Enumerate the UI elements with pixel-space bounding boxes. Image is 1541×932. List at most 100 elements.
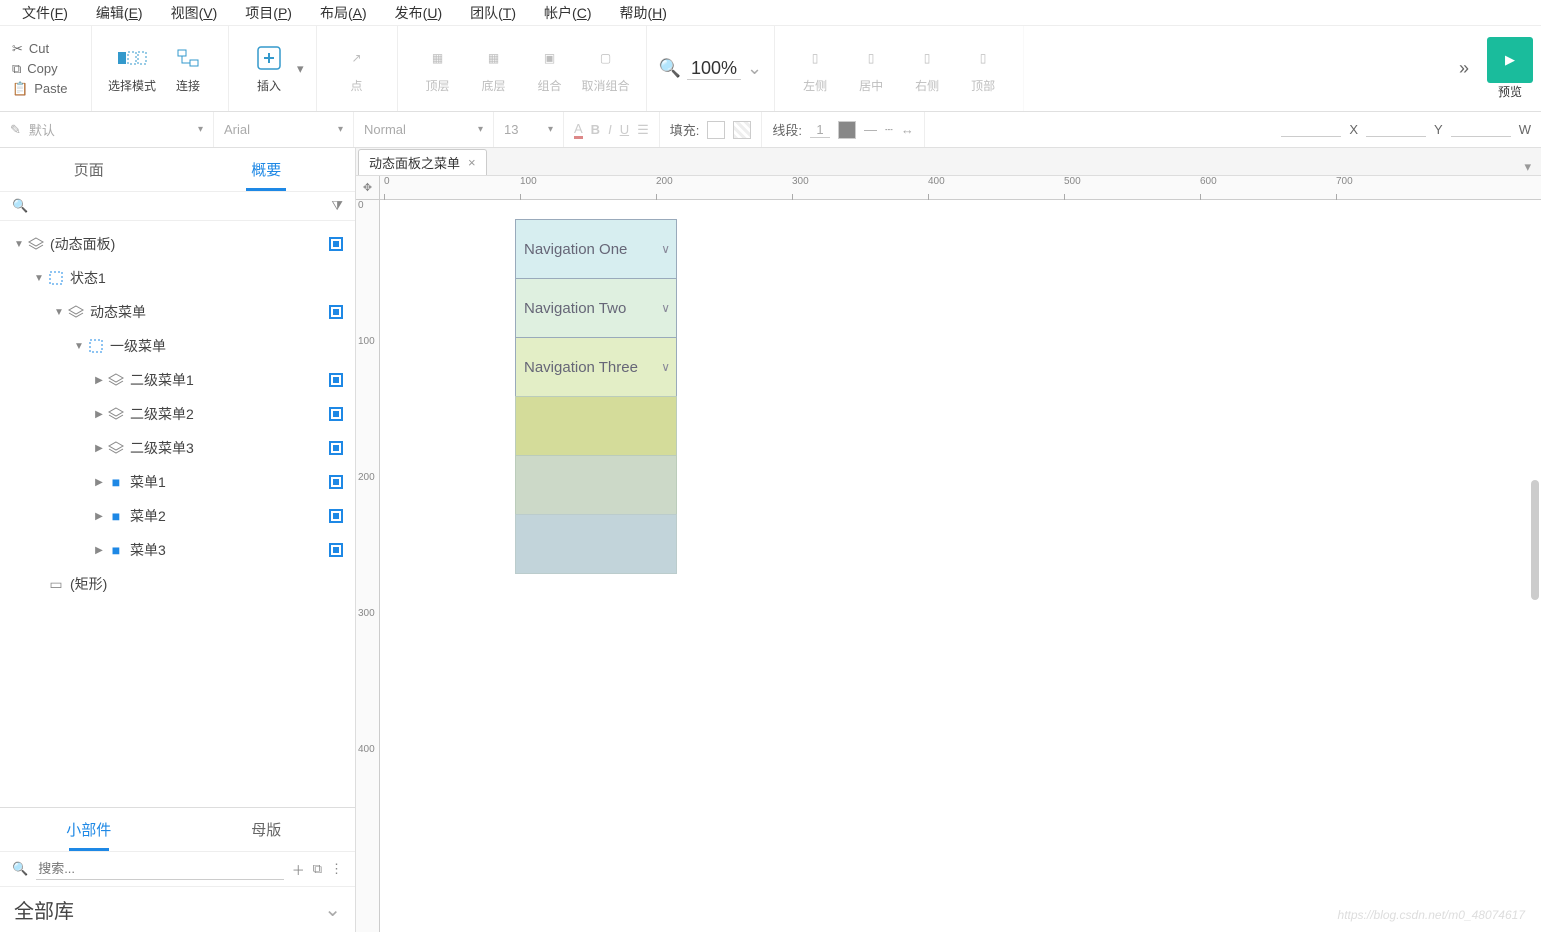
font-select[interactable]: Arial — [224, 122, 330, 137]
menu-e[interactable]: 编辑(E) — [82, 1, 157, 25]
paste-button[interactable]: 📋 Paste — [0, 79, 91, 99]
outline-item[interactable]: ▶二级菜单2 — [0, 397, 355, 431]
expand-caret-icon[interactable]: ▶ — [92, 545, 106, 556]
outline-item[interactable]: ▶二级菜单1 — [0, 363, 355, 397]
outline-item[interactable]: ▶二级菜单3 — [0, 431, 355, 465]
bold-button[interactable]: B — [591, 122, 600, 137]
outline-item[interactable]: ▭(矩形) — [0, 567, 355, 601]
tab-overflow-icon[interactable]: ▾ — [1514, 159, 1541, 175]
tab-masters[interactable]: 母版 — [178, 808, 356, 851]
chevron-down-icon[interactable]: ▾ — [548, 124, 553, 135]
search-icon[interactable]: 🔍 — [12, 861, 28, 877]
add-widget-button[interactable]: ＋ — [292, 860, 305, 879]
select-mode-label: 选择模式 — [108, 77, 156, 94]
outline-item[interactable]: ▼状态1 — [0, 261, 355, 295]
line-width-input[interactable]: 1 — [810, 122, 830, 138]
style-select[interactable]: 默认 — [29, 120, 190, 139]
expand-caret-icon[interactable]: ▶ — [92, 511, 106, 522]
document-tab[interactable]: 动态面板之菜单 × — [358, 149, 487, 175]
line-color-swatch[interactable] — [838, 121, 856, 139]
tab-outline[interactable]: 概要 — [178, 148, 356, 191]
widget-search-input[interactable] — [36, 858, 284, 880]
connect-button[interactable]: 连接 — [160, 29, 216, 109]
outline-item[interactable]: ▶■菜单3 — [0, 533, 355, 567]
bullet-list-button[interactable]: ☰ — [637, 122, 649, 138]
dynamic-panel[interactable]: Navigation One∨Navigation Two∨Navigation… — [515, 220, 677, 574]
outline-item[interactable]: ▼(动态面板) — [0, 227, 355, 261]
expand-caret-icon[interactable]: ▶ — [92, 477, 106, 488]
toolbar-overflow-button[interactable]: » — [1449, 58, 1479, 79]
visibility-toggle[interactable] — [329, 441, 343, 455]
visibility-toggle[interactable] — [329, 509, 343, 523]
nav-item[interactable]: Navigation Two∨ — [515, 278, 677, 338]
visibility-toggle[interactable] — [329, 543, 343, 557]
fill-color-swatch[interactable] — [707, 121, 725, 139]
copy-button[interactable]: ⧉ Copy — [0, 59, 91, 79]
expand-caret-icon[interactable]: ▶ — [92, 443, 106, 454]
select-mode-button[interactable]: 选择模式 — [104, 29, 160, 109]
cut-button[interactable]: ✂ Cut — [0, 39, 91, 59]
widget-lib-icon[interactable]: ⧉ — [313, 861, 322, 877]
menu-f[interactable]: 文件(F) — [8, 1, 82, 25]
expand-caret-icon[interactable]: ▼ — [72, 341, 86, 352]
tab-widgets[interactable]: 小部件 — [0, 808, 178, 851]
ruler-origin[interactable]: ✥ — [356, 176, 380, 200]
chevron-down-icon[interactable]: ▾ — [198, 124, 203, 135]
pos-x-input[interactable] — [1281, 122, 1341, 137]
visibility-toggle[interactable] — [329, 305, 343, 319]
italic-button[interactable]: I — [608, 122, 612, 137]
vertical-scrollbar[interactable] — [1531, 480, 1539, 600]
visibility-toggle[interactable] — [329, 475, 343, 489]
menu-u[interactable]: 发布(U) — [381, 1, 456, 25]
font-size-select[interactable]: 13 — [504, 122, 540, 137]
insert-button[interactable]: 插入 — [241, 29, 297, 109]
expand-caret-icon[interactable]: ▼ — [32, 273, 46, 284]
fill-pattern-swatch[interactable] — [733, 121, 751, 139]
visibility-toggle[interactable] — [329, 237, 343, 251]
outline-item[interactable]: ▶■菜单1 — [0, 465, 355, 499]
chevron-down-icon[interactable]: ▾ — [478, 124, 483, 135]
nav-item[interactable] — [515, 455, 677, 515]
menu-t[interactable]: 团队(T) — [456, 1, 530, 25]
filter-icon[interactable]: ⧩ — [331, 198, 343, 214]
nav-item[interactable]: Navigation One∨ — [515, 219, 677, 279]
library-select[interactable]: 全部库 ⌄ — [0, 887, 355, 932]
pos-w-input[interactable] — [1451, 122, 1511, 137]
expand-caret-icon[interactable]: ▶ — [92, 375, 106, 386]
menu-a[interactable]: 布局(A) — [306, 1, 381, 25]
expand-caret-icon[interactable]: ▼ — [12, 239, 26, 250]
widget-menu-icon[interactable]: ⋮ — [330, 861, 343, 877]
menu-v[interactable]: 视图(V) — [157, 1, 232, 25]
menu-c[interactable]: 帐户(C) — [530, 1, 605, 25]
visibility-toggle[interactable] — [329, 407, 343, 421]
close-icon[interactable]: × — [468, 155, 476, 170]
menu-p[interactable]: 项目(P) — [231, 1, 306, 25]
preview-button[interactable]: ▶ — [1487, 37, 1533, 83]
insert-icon — [254, 43, 284, 73]
nav-item[interactable]: Navigation Three∨ — [515, 337, 677, 397]
nav-item[interactable] — [515, 514, 677, 574]
line-style-button[interactable]: — — [864, 122, 877, 137]
chevron-down-icon[interactable]: ▾ — [338, 124, 343, 135]
expand-caret-icon[interactable]: ▶ — [92, 409, 106, 420]
pos-y-input[interactable] — [1366, 122, 1426, 137]
style-brush-icon[interactable]: ✎ — [10, 122, 21, 138]
insert-dropdown-icon[interactable]: ▾ — [297, 61, 304, 77]
arrow-style-button[interactable]: ↔ — [901, 122, 914, 137]
design-canvas[interactable]: Navigation One∨Navigation Two∨Navigation… — [380, 200, 1541, 932]
zoom-control[interactable]: 🔍 100% ⌄ — [659, 58, 763, 80]
nav-item[interactable] — [515, 396, 677, 456]
menu-h[interactable]: 帮助(H) — [606, 1, 681, 25]
line-dash-button[interactable]: ┄ — [885, 122, 893, 138]
expand-caret-icon[interactable]: ▼ — [52, 307, 66, 318]
outline-item[interactable]: ▼动态菜单 — [0, 295, 355, 329]
outline-item[interactable]: ▶■菜单2 — [0, 499, 355, 533]
underline-button[interactable]: U — [620, 122, 629, 137]
outline-item[interactable]: ▼一级菜单 — [0, 329, 355, 363]
weight-select[interactable]: Normal — [364, 122, 470, 137]
tab-page[interactable]: 页面 — [0, 148, 178, 191]
align-center-button: ▯ 居中 — [843, 29, 899, 109]
visibility-toggle[interactable] — [329, 373, 343, 387]
search-icon[interactable]: 🔍 — [12, 198, 28, 214]
font-color-button[interactable]: A — [574, 121, 583, 139]
